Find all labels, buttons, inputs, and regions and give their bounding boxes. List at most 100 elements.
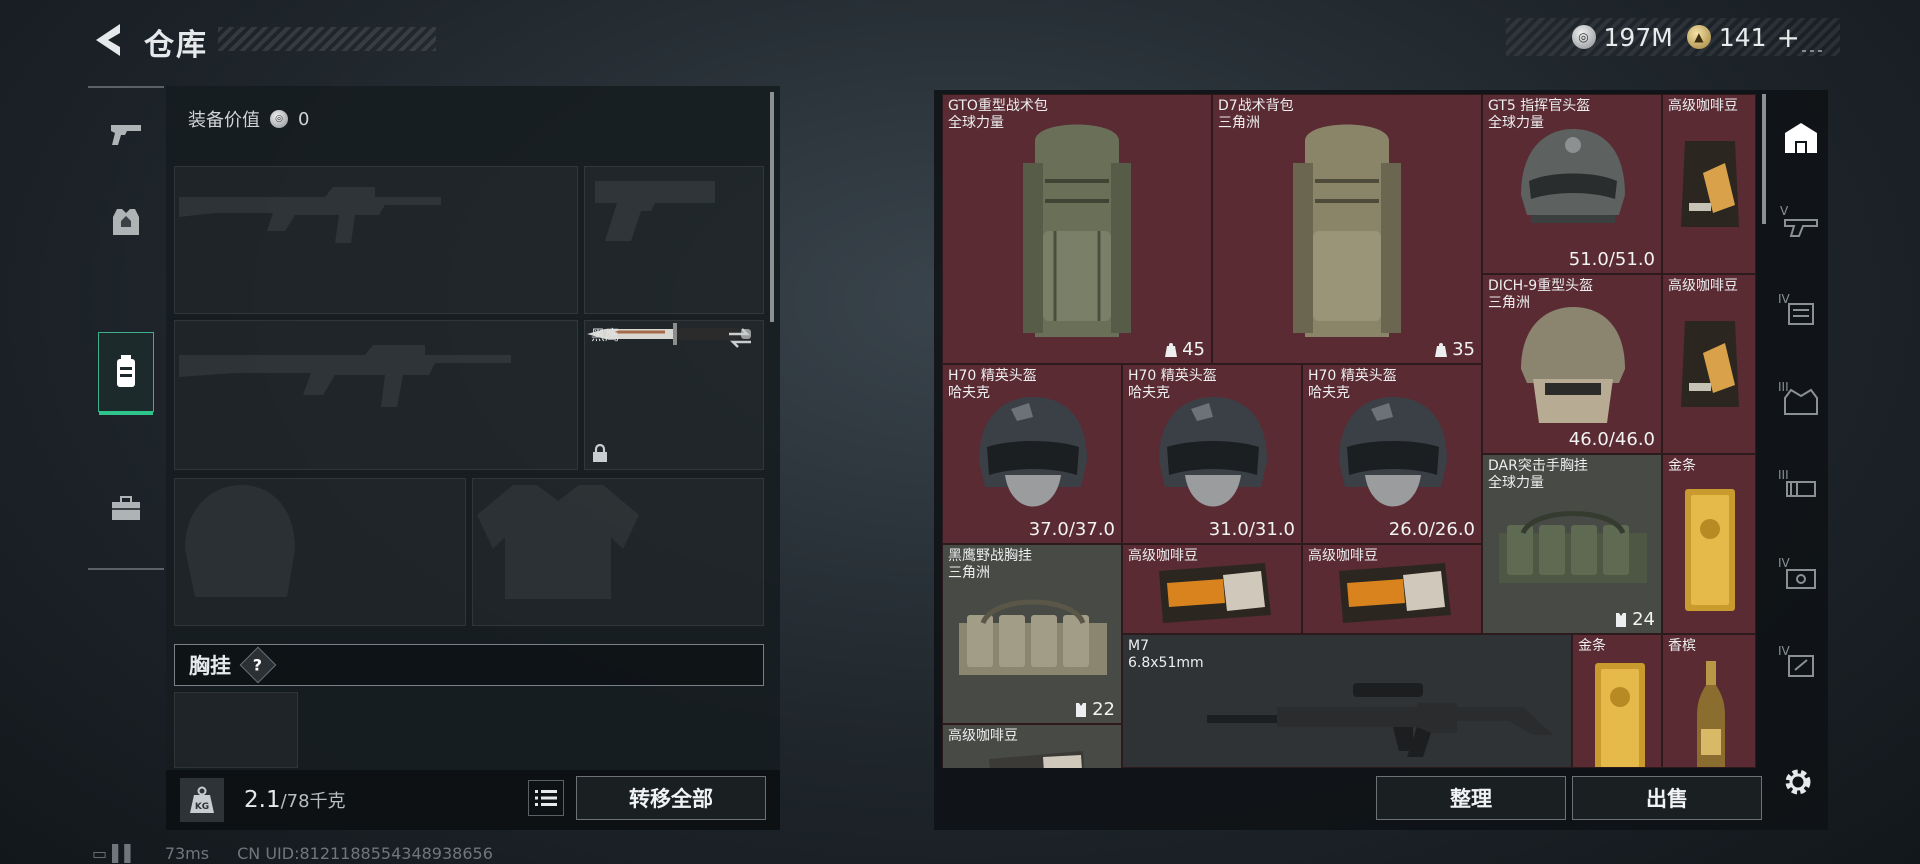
list-view-button[interactable] xyxy=(528,780,564,816)
filter-weapons[interactable]: V xyxy=(1770,190,1832,260)
equipment-value: 装备价值 ◎ 0 xyxy=(188,106,309,132)
filter-misc[interactable]: IV xyxy=(1770,630,1832,700)
filter-tier-label: IV xyxy=(1778,556,1790,570)
vest-capacity-icon xyxy=(1076,702,1087,717)
melee-slot[interactable]: 黑鹰 xyxy=(584,320,764,470)
inventory-item[interactable]: D7战术背包 三角洲 35 xyxy=(1212,94,1482,364)
item-name: 金条 xyxy=(1668,458,1696,474)
helmet-silhouette-icon xyxy=(185,485,295,597)
gold-bar-icon xyxy=(1685,489,1735,611)
tab-weapons[interactable] xyxy=(98,96,154,172)
settings-button[interactable] xyxy=(1778,762,1818,802)
pistol-icon xyxy=(111,125,141,145)
equipment-value-amount: 0 xyxy=(298,108,310,130)
inventory-item[interactable]: 高级咖啡豆 xyxy=(1662,94,1756,274)
item-stat: 51.0/51.0 xyxy=(1568,249,1655,270)
coffee-bag-icon xyxy=(1339,563,1451,623)
chest-rig-slot[interactable] xyxy=(174,692,298,768)
transfer-all-button[interactable]: 转移全部 xyxy=(576,776,766,820)
inventory-item[interactable]: DICH-9重型头盔 三角洲 46.0/46.0 xyxy=(1482,274,1662,454)
equipment-scrollbar[interactable] xyxy=(770,92,774,322)
inventory-scrollbar[interactable] xyxy=(1762,94,1766,224)
helmet-slot[interactable] xyxy=(174,478,466,626)
primary-weapon-slot[interactable] xyxy=(174,166,578,314)
armor-icon xyxy=(113,209,139,235)
helmet-icon xyxy=(1159,397,1267,507)
back-button[interactable] xyxy=(90,20,124,60)
currency-decoration xyxy=(1802,50,1826,52)
sort-button[interactable]: 整理 xyxy=(1376,776,1566,820)
chest-rig-section-header: 胸挂 ? xyxy=(174,644,764,686)
gear-icon xyxy=(1785,769,1811,795)
item-stat: 26.0/26.0 xyxy=(1388,519,1475,540)
item-name: 黑鹰野战胸挂 xyxy=(948,548,1032,564)
filter-tier-label: III xyxy=(1778,468,1789,482)
inventory-item[interactable]: 金条 xyxy=(1572,634,1662,768)
secondary-weapon-slot[interactable] xyxy=(174,320,578,470)
inventory-item[interactable]: M7 6.8x51mm xyxy=(1122,634,1572,768)
inventory-item[interactable]: 高级咖啡豆 xyxy=(1122,544,1302,634)
item-subtitle: 三角洲 xyxy=(948,565,990,581)
gold-currency[interactable]: ▲ 141 + xyxy=(1686,21,1800,54)
lock-icon xyxy=(593,443,607,462)
inventory-item[interactable]: GTO重型战术包 全球力量 45 xyxy=(942,94,1212,364)
inventory-item[interactable]: 高级咖啡豆 xyxy=(1662,274,1756,454)
chest-rig-icon xyxy=(959,599,1107,675)
sidearm-slot[interactable] xyxy=(584,166,764,314)
equipment-value-label: 装备价值 xyxy=(188,110,260,131)
gold-amount: 141 xyxy=(1718,22,1767,52)
helmet-icon xyxy=(1521,307,1625,423)
inventory-item[interactable]: 高级咖啡豆 xyxy=(942,724,1122,768)
filter-medical[interactable]: III xyxy=(1770,454,1832,524)
filter-all[interactable] xyxy=(1770,102,1832,172)
item-name: H70 精英头盔 xyxy=(1128,368,1217,384)
silver-coin-icon: ◎ xyxy=(1571,25,1596,49)
help-button[interactable]: ? xyxy=(239,646,277,684)
champagne-bottle-icon xyxy=(1697,661,1725,767)
capacity-icon xyxy=(1165,342,1178,357)
inventory-item[interactable]: 金条 xyxy=(1662,454,1756,634)
item-subtitle: 6.8x51mm xyxy=(1128,655,1204,671)
filter-attachments[interactable]: IV xyxy=(1770,278,1832,348)
tab-storage[interactable] xyxy=(98,332,154,415)
item-stat: 45 xyxy=(1182,339,1205,360)
filter-consumables[interactable]: IV xyxy=(1770,542,1832,612)
inventory-item[interactable]: 黑鹰野战胸挂 三角洲 22 xyxy=(942,544,1122,724)
inventory-item[interactable]: H70 精英头盔 哈夫克 31.0/31.0 xyxy=(1122,364,1302,544)
inventory-item[interactable]: 高级咖啡豆 xyxy=(1302,544,1482,634)
item-stat: 24 xyxy=(1632,609,1655,630)
inventory-item[interactable]: 香槟 xyxy=(1662,634,1756,768)
weight-icon-text: KG xyxy=(195,802,209,812)
item-name: D7战术背包 xyxy=(1218,98,1294,114)
helmet-icon xyxy=(1339,397,1447,507)
toolbox-icon xyxy=(112,496,140,520)
silver-currency[interactable]: ◎ 197M xyxy=(1571,23,1673,52)
add-currency-button[interactable]: + xyxy=(1777,21,1800,54)
backpack-icon xyxy=(1023,124,1131,337)
body-armor-slot[interactable] xyxy=(472,478,764,626)
item-name: 高级咖啡豆 xyxy=(1668,98,1738,114)
status-strip: ▭ ▌▌ 73ms CN UID:8121188554348938656 xyxy=(92,844,493,863)
item-subtitle: 三角洲 xyxy=(1218,115,1260,131)
inventory-item[interactable]: DAR突击手胸挂 全球力量 24 xyxy=(1482,454,1662,634)
inventory-item[interactable]: GT5 指挥官头盔 全球力量 51.0/51.0 xyxy=(1482,94,1662,274)
sell-button[interactable]: 出售 xyxy=(1572,776,1762,820)
vest-capacity-icon xyxy=(1616,612,1627,627)
item-name: DICH-9重型头盔 xyxy=(1488,278,1594,294)
filter-tier-label: IV xyxy=(1778,644,1790,658)
help-icon: ? xyxy=(253,655,263,675)
gold-coin-icon: ▲ xyxy=(1686,25,1711,49)
inventory-filters: V IV III III IV IV xyxy=(1770,94,1832,768)
item-name: H70 精英头盔 xyxy=(1308,368,1397,384)
inventory-item[interactable]: H70 精英头盔 哈夫克 26.0/26.0 xyxy=(1302,364,1482,544)
swap-icon[interactable] xyxy=(727,327,753,349)
filter-tier-label: V xyxy=(1780,204,1789,218)
title-decoration xyxy=(218,27,436,51)
filter-gear[interactable]: III xyxy=(1770,366,1832,436)
inventory-item[interactable]: H70 精英头盔 哈夫克 37.0/37.0 xyxy=(942,364,1122,544)
tab-armor[interactable] xyxy=(98,184,154,260)
tab-items[interactable] xyxy=(98,470,154,546)
item-stat: 22 xyxy=(1092,699,1115,720)
coffee-bag-icon xyxy=(1159,563,1271,623)
item-name: 高级咖啡豆 xyxy=(1668,278,1738,294)
